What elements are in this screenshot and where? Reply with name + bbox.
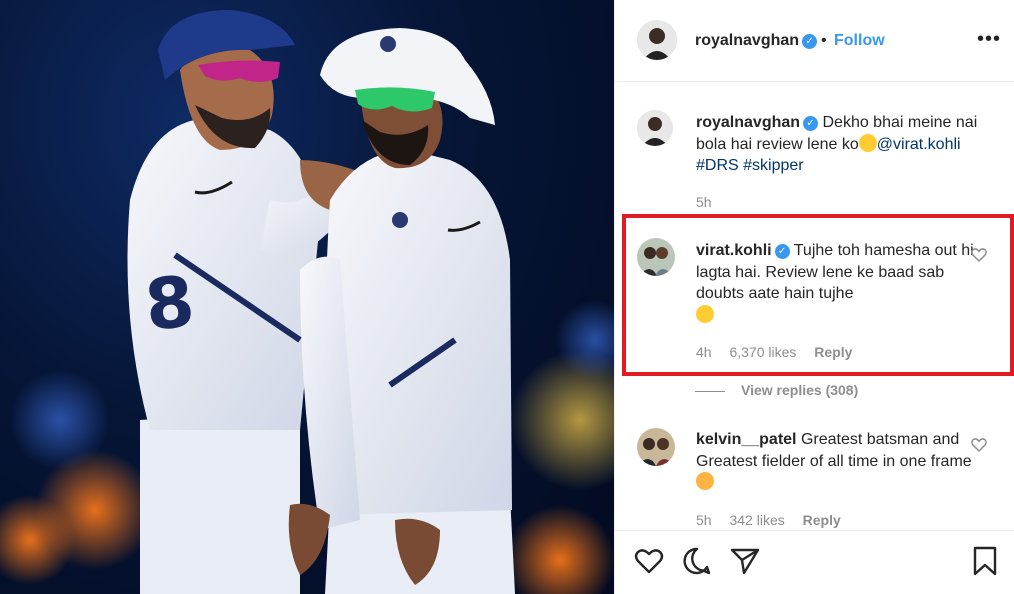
follow-button[interactable]: Follow (834, 32, 885, 50)
caption-avatar[interactable] (637, 110, 673, 146)
caption-username[interactable]: royalnavghan (696, 114, 800, 131)
view-replies-label[interactable]: View replies (308) (741, 382, 858, 398)
highlight-box (622, 214, 1014, 376)
avatar-image (637, 428, 675, 466)
winking-tongue-emoji-icon (858, 133, 877, 152)
svg-text:8: 8 (141, 260, 198, 347)
share-icon[interactable] (729, 545, 761, 577)
comment-time[interactable]: 5h (696, 512, 712, 528)
view-replies-button[interactable]: View replies (308) (695, 382, 858, 398)
avatar-image (637, 110, 673, 146)
separator-dot: • (821, 32, 827, 49)
comment-avatar[interactable] (637, 428, 675, 466)
verified-badge-icon: ✓ (803, 116, 819, 131)
caption-hashtags[interactable]: #DRS #skipper (696, 157, 804, 174)
comment-likes[interactable]: 342 likes (729, 512, 784, 528)
cricket-players-illustration: 8 (0, 10, 614, 594)
caption-text: royalnavghan ✓ Dekho bhai meine nai bola … (696, 112, 978, 177)
author-username[interactable]: royalnavghan ✓ (695, 32, 818, 50)
replies-divider (695, 390, 725, 392)
verified-badge-icon: ✓ (802, 34, 818, 49)
caption-time[interactable]: 5h (696, 194, 712, 210)
more-options-icon[interactable]: ••• (977, 28, 1001, 51)
post-header: royalnavghan ✓ • Follow ••• (615, 0, 1014, 82)
author-username-text[interactable]: royalnavghan (695, 32, 799, 49)
post-photo[interactable]: 8 (0, 0, 614, 594)
comment-text: kelvin__patel Greatest batsman and Great… (696, 429, 978, 494)
heart-icon[interactable] (633, 545, 665, 577)
comment-username[interactable]: kelvin__patel (696, 431, 797, 448)
heart-eyes-emoji-icon (696, 472, 714, 490)
reply-button[interactable]: Reply (803, 512, 841, 528)
avatar-image (637, 20, 677, 60)
caption-mention-link[interactable]: @virat.kohli (877, 136, 961, 153)
bookmark-icon[interactable] (969, 545, 1001, 577)
like-comment-heart-icon[interactable] (970, 436, 988, 454)
comment-icon[interactable] (681, 545, 713, 577)
comment-meta: 5h 342 likes Reply (696, 512, 855, 528)
caption-meta: 5h (696, 194, 726, 210)
author-avatar[interactable] (637, 20, 677, 60)
post-actions-bar (615, 530, 1014, 594)
